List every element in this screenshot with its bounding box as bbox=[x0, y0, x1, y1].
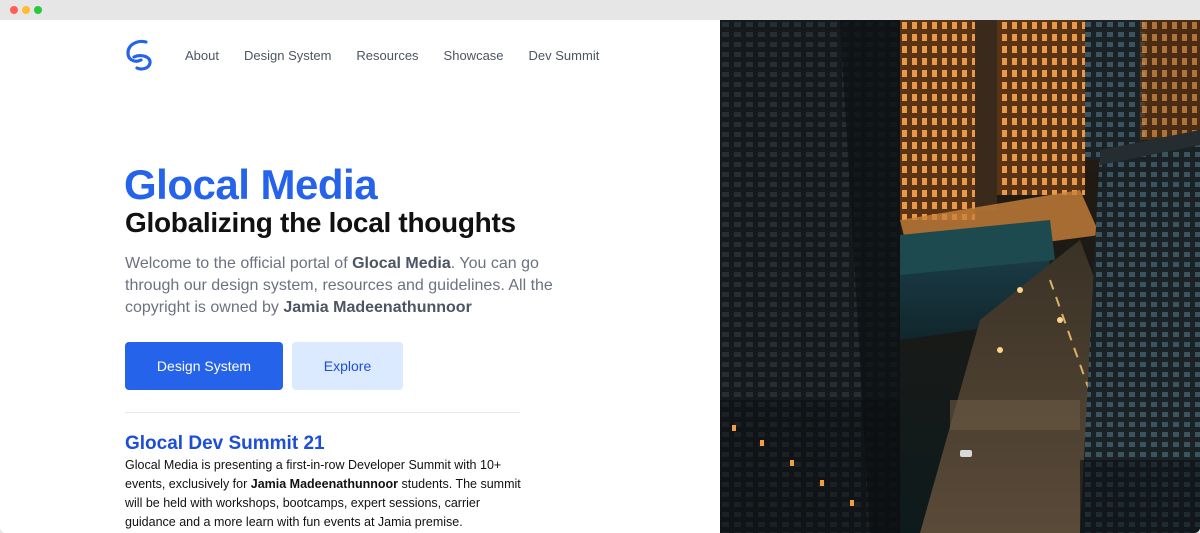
close-window-icon[interactable] bbox=[10, 6, 18, 14]
summit-description: Glocal Media is presenting a first-in-ro… bbox=[125, 456, 525, 532]
explore-button[interactable]: Explore bbox=[292, 342, 403, 390]
nav-item-dev-summit[interactable]: Dev Summit bbox=[529, 48, 600, 64]
minimize-window-icon[interactable] bbox=[22, 6, 30, 14]
intro-owner: Jamia Madeenathunnoor bbox=[283, 299, 472, 316]
summit-owner: Jamia Madeenathunnoor bbox=[250, 477, 398, 491]
intro-paragraph: Welcome to the official portal of Glocal… bbox=[125, 253, 565, 319]
browser-window: About Design System Resources Showcase D… bbox=[0, 0, 1200, 533]
nav-item-resources[interactable]: Resources bbox=[356, 48, 418, 64]
main-nav: About Design System Resources Showcase D… bbox=[185, 48, 624, 64]
intro-brand: Glocal Media bbox=[352, 255, 451, 272]
design-system-button[interactable]: Design System bbox=[125, 342, 283, 390]
intro-text-1: Welcome to the official portal of bbox=[125, 255, 353, 272]
tagline: Globalizing the local thoughts bbox=[125, 207, 516, 238]
divider bbox=[125, 412, 520, 413]
brand-title: Glocal Media bbox=[124, 161, 378, 208]
content-panel: About Design System Resources Showcase D… bbox=[0, 20, 720, 533]
window-titlebar bbox=[0, 0, 1200, 20]
summit-title: Glocal Dev Summit 21 bbox=[125, 433, 325, 454]
glocal-logo-icon[interactable] bbox=[124, 38, 156, 72]
city-night-illustration bbox=[720, 20, 1200, 533]
hero-city-night-image bbox=[720, 20, 1200, 533]
nav-item-design-system[interactable]: Design System bbox=[244, 48, 331, 64]
nav-item-showcase[interactable]: Showcase bbox=[444, 48, 504, 64]
maximize-window-icon[interactable] bbox=[34, 6, 42, 14]
nav-item-about[interactable]: About bbox=[185, 48, 219, 64]
